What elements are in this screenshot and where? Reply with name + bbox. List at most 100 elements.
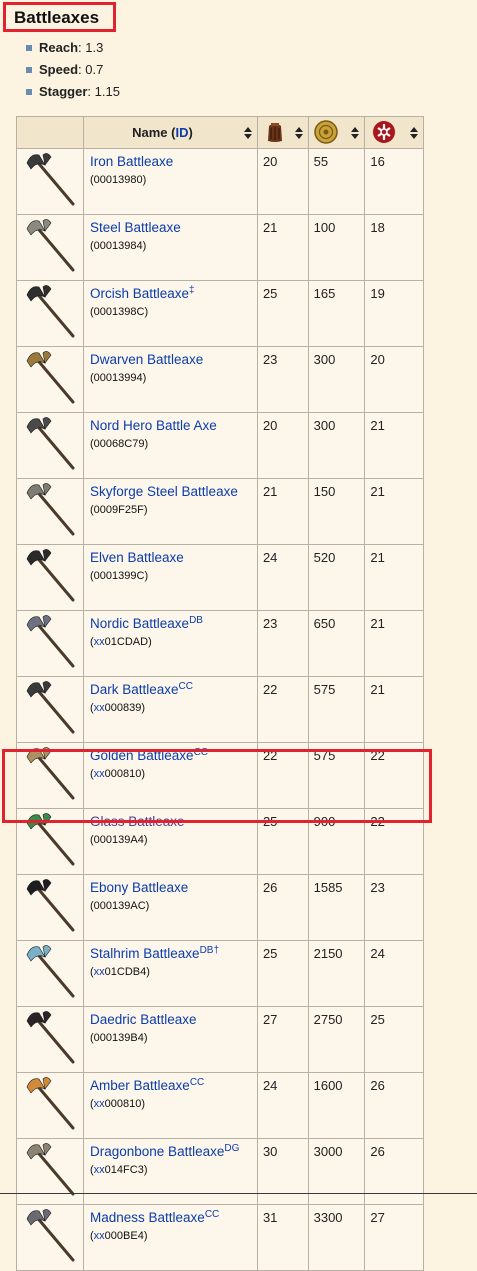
weapon-image-cell[interactable] — [16, 676, 84, 743]
battleaxe-icon[interactable] — [17, 1073, 83, 1133]
weapon-link[interactable]: Steel Battleaxe — [90, 219, 257, 236]
weapon-name[interactable]: Elven Battleaxe — [90, 550, 184, 565]
battleaxe-icon[interactable] — [17, 347, 83, 407]
weapon-name[interactable]: Orcish Battleaxe — [90, 286, 189, 301]
weapon-name[interactable]: Nordic Battleaxe — [90, 616, 189, 631]
battleaxe-icon[interactable] — [17, 677, 83, 737]
battleaxe-icon[interactable] — [17, 875, 83, 935]
battleaxe-icon[interactable] — [17, 1205, 83, 1265]
weapon-link[interactable]: Ebony Battleaxe — [90, 879, 257, 896]
battleaxe-icon[interactable] — [17, 149, 83, 209]
weapon-link[interactable]: Amber BattleaxeCC — [90, 1077, 257, 1094]
weapon-name[interactable]: Ebony Battleaxe — [90, 880, 188, 895]
battleaxe-icon[interactable] — [17, 479, 83, 539]
weapon-name[interactable]: Iron Battleaxe — [90, 154, 173, 169]
weapon-name[interactable]: Glass Battleaxe — [90, 814, 185, 829]
battleaxe-icon[interactable] — [17, 281, 83, 341]
weapon-link[interactable]: Nordic BattleaxeDB — [90, 615, 257, 632]
weapon-image-cell[interactable] — [16, 478, 84, 545]
weapon-name[interactable]: Stalhrim Battleaxe — [90, 946, 200, 961]
weapon-image-cell[interactable] — [16, 610, 84, 677]
weapon-name[interactable]: Madness Battleaxe — [90, 1210, 205, 1225]
weapon-link[interactable]: Skyforge Steel Battleaxe — [90, 483, 257, 500]
dlc-marker[interactable]: DB — [189, 615, 203, 626]
weapon-name[interactable]: Steel Battleaxe — [90, 220, 181, 235]
weight-column-header[interactable] — [256, 116, 309, 149]
battleaxe-icon[interactable] — [17, 215, 83, 275]
sort-icon[interactable] — [351, 127, 360, 139]
dlc-marker[interactable]: DB† — [200, 945, 219, 956]
form-id-prefix[interactable]: xx — [94, 966, 105, 978]
weapon-image-cell[interactable] — [16, 808, 84, 875]
sort-icon[interactable] — [243, 127, 252, 139]
dlc-marker[interactable]: DG — [224, 1143, 239, 1154]
weapon-link[interactable]: Golden BattleaxeCC — [90, 747, 257, 764]
weapon-image-cell[interactable] — [16, 346, 84, 413]
form-id-value: 01CDB4 — [104, 966, 147, 978]
dlc-marker[interactable]: CC — [190, 1077, 204, 1088]
dlc-marker[interactable]: ‡ — [189, 285, 195, 296]
weapon-image-cell[interactable] — [16, 940, 84, 1007]
weapon-name[interactable]: Daedric Battleaxe — [90, 1012, 197, 1027]
weapon-link[interactable]: Dragonbone BattleaxeDG — [90, 1143, 257, 1160]
weapon-name[interactable]: Golden Battleaxe — [90, 748, 194, 763]
battleaxe-icon[interactable] — [17, 809, 83, 869]
weapon-image-cell[interactable] — [16, 1006, 84, 1073]
weapon-image-cell[interactable] — [16, 1072, 84, 1139]
weapon-link[interactable]: Madness BattleaxeCC — [90, 1209, 257, 1226]
weapon-link[interactable]: Iron Battleaxe — [90, 153, 257, 170]
battleaxe-icon[interactable] — [17, 611, 83, 671]
weapon-image-cell[interactable] — [16, 742, 84, 809]
table-row: Daedric Battleaxe (000139B4) 27 2750 25 — [16, 1006, 424, 1073]
weapon-link[interactable]: Dwarven Battleaxe — [90, 351, 257, 368]
form-id-prefix[interactable]: xx — [94, 702, 105, 714]
battleaxe-icon[interactable] — [17, 1007, 83, 1067]
weapon-name[interactable]: Amber Battleaxe — [90, 1078, 190, 1093]
weapon-image-cell[interactable] — [16, 148, 84, 215]
weapon-image-cell[interactable] — [16, 280, 84, 347]
header-id-link[interactable]: ID — [175, 125, 188, 140]
weapon-link[interactable]: Nord Hero Battle Axe — [90, 417, 257, 434]
form-id-prefix[interactable]: xx — [94, 768, 105, 780]
form-id-prefix[interactable]: xx — [94, 636, 105, 648]
weapon-name[interactable]: Skyforge Steel Battleaxe — [90, 484, 238, 499]
weapon-link[interactable]: Daedric Battleaxe — [90, 1011, 257, 1028]
weapon-image-cell[interactable] — [16, 874, 84, 941]
weapon-link[interactable]: Elven Battleaxe — [90, 549, 257, 566]
dlc-marker[interactable]: CC — [194, 747, 208, 758]
weapon-name-cell: Ebony Battleaxe (000139AC) — [83, 874, 258, 941]
dlc-marker[interactable]: CC — [179, 681, 193, 692]
weapon-image-cell[interactable] — [16, 214, 84, 281]
weapon-image-cell[interactable] — [16, 1138, 84, 1205]
battleaxe-icon[interactable] — [17, 1139, 83, 1199]
weapon-name[interactable]: Nord Hero Battle Axe — [90, 418, 217, 433]
damage-column-header[interactable] — [364, 116, 424, 149]
weapon-link[interactable]: Dark BattleaxeCC — [90, 681, 257, 698]
weapon-image-cell[interactable] — [16, 412, 84, 479]
battleaxe-icon[interactable] — [17, 941, 83, 1001]
battleaxe-icon[interactable] — [17, 545, 83, 605]
weapon-link[interactable]: Glass Battleaxe — [90, 813, 257, 830]
weapon-name[interactable]: Dark Battleaxe — [90, 682, 179, 697]
weapon-image-cell[interactable] — [16, 544, 84, 611]
form-id-prefix[interactable]: xx — [94, 1164, 105, 1176]
sort-icon[interactable] — [294, 127, 303, 139]
form-id: (0001399C) — [90, 570, 149, 582]
form-id-prefix[interactable]: xx — [94, 1098, 105, 1110]
name-column-header[interactable]: Name (ID) — [83, 116, 258, 149]
weapon-name-cell: Dragonbone BattleaxeDG (xx014FC3) — [83, 1138, 258, 1205]
form-id-prefix[interactable]: xx — [94, 1230, 105, 1242]
value-column-header[interactable] — [307, 116, 366, 149]
value-cell: 1585 — [307, 874, 366, 941]
weapon-name[interactable]: Dwarven Battleaxe — [90, 352, 203, 367]
table-row: Golden BattleaxeCC (xx000810) 22 575 22 — [16, 742, 424, 809]
weapon-image-cell[interactable] — [16, 1204, 84, 1271]
dlc-marker[interactable]: CC — [205, 1209, 219, 1220]
battleaxe-icon[interactable] — [17, 743, 83, 803]
weapon-link[interactable]: Orcish Battleaxe‡ — [90, 285, 257, 302]
sort-icon[interactable] — [410, 127, 418, 139]
battleaxe-icon[interactable] — [17, 413, 83, 473]
table-row: Orcish Battleaxe‡ (0001398C) 25 165 19 — [16, 280, 424, 347]
weapon-name[interactable]: Dragonbone Battleaxe — [90, 1144, 224, 1159]
weapon-link[interactable]: Stalhrim BattleaxeDB† — [90, 945, 257, 962]
